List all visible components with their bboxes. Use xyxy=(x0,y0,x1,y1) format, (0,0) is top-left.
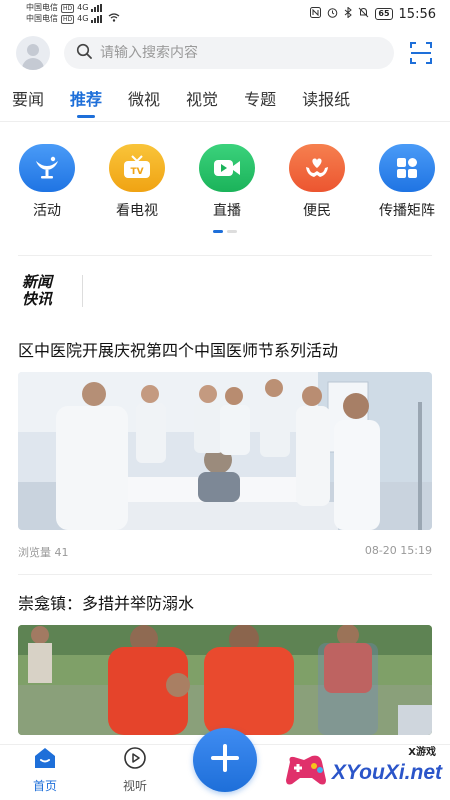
bluetooth-icon xyxy=(344,6,353,21)
news-views: 浏览量 41 xyxy=(18,546,69,559)
watermark-text: XYouXi.net xyxy=(331,761,442,784)
shortcut-activity[interactable]: 活动 xyxy=(14,144,80,220)
page-indicator xyxy=(0,230,450,233)
tab-weishi[interactable]: 微视 xyxy=(128,78,160,122)
shortcut-tv[interactable]: TV 看电视 xyxy=(104,144,170,220)
gamepad-logo-icon xyxy=(284,754,328,792)
svg-text:TV: TV xyxy=(130,167,143,177)
flash-logo-line1: 新闻 xyxy=(22,273,53,291)
shortcut-live[interactable]: 直播 xyxy=(194,144,260,220)
channel-tabs: 要闻 推荐 微视 视觉 专题 读报纸 xyxy=(0,78,450,122)
shortcut-service-label: 便民 xyxy=(303,203,331,219)
network-4g-label-2: 4G xyxy=(77,14,89,23)
carrier-1-label: 中国电信 xyxy=(26,3,58,12)
wifi-icon xyxy=(108,13,120,25)
news-item[interactable]: 区中医院开展庆祝第四个中国医师节系列活动 浏览量 41 08-20 15:19 xyxy=(18,326,432,575)
scan-icon[interactable] xyxy=(408,40,434,66)
rescue-life-jacket-photo xyxy=(18,625,432,735)
network-4g-label: 4G xyxy=(77,3,89,12)
shortcut-matrix[interactable]: 传播矩阵 xyxy=(374,144,440,220)
nav-home[interactable]: 首页 xyxy=(0,746,90,800)
home-icon xyxy=(32,746,58,774)
shortcut-live-label: 直播 xyxy=(213,203,241,219)
signal-icon-2 xyxy=(91,15,103,23)
tab-zhuanti[interactable]: 专题 xyxy=(244,78,276,122)
plus-button[interactable] xyxy=(193,728,257,792)
shortcut-grid: 活动 TV 看电视 直播 便民 传播矩阵 xyxy=(0,122,450,220)
status-time: 15:56 xyxy=(398,6,436,22)
search-row xyxy=(0,28,450,78)
page-dot-active xyxy=(213,230,223,233)
tab-shijue[interactable]: 视觉 xyxy=(186,78,218,122)
tab-tuijian[interactable]: 推荐 xyxy=(70,78,102,122)
news-item[interactable]: 崇龛镇：多措并举防溺水 xyxy=(18,575,432,735)
service-heart-icon xyxy=(289,144,345,192)
avatar[interactable] xyxy=(16,36,50,70)
tv-icon: TV xyxy=(109,144,165,192)
nfc-icon xyxy=(310,7,322,21)
news-title: 崇龛镇：多措并举防溺水 xyxy=(18,594,195,613)
news-list: 区中医院开展庆祝第四个中国医师节系列活动 浏览量 41 08-20 15:19 … xyxy=(0,326,450,735)
search-icon xyxy=(76,43,92,63)
news-title: 区中医院开展庆祝第四个中国医师节系列活动 xyxy=(18,341,339,360)
news-meta: 浏览量 41 08-20 15:19 xyxy=(18,544,432,560)
news-time: 08-20 15:19 xyxy=(364,544,432,557)
tab-yaowen[interactable]: 要闻 xyxy=(12,78,44,122)
nav-listen[interactable]: 视听 xyxy=(90,746,180,800)
play-circle-icon xyxy=(123,746,147,774)
nav-home-label: 首页 xyxy=(32,779,57,793)
hd-badge: HD xyxy=(61,3,75,13)
flash-logo-line2: 快讯 xyxy=(22,290,53,308)
news-flash-section[interactable]: 新闻 快讯 xyxy=(0,256,450,326)
news-flash-logo: 新闻 快讯 xyxy=(22,274,74,308)
search-box[interactable] xyxy=(64,37,394,69)
alarm-icon xyxy=(327,7,338,21)
flash-divider xyxy=(82,275,83,307)
page-dot xyxy=(227,230,237,233)
battery-indicator: 65 xyxy=(375,8,393,20)
carrier-info: 中国电信 HD 4G 中国电信 HD 4G xyxy=(26,3,120,25)
tab-dubaozhi[interactable]: 读报纸 xyxy=(302,78,350,122)
search-input[interactable] xyxy=(100,45,382,61)
shortcut-service[interactable]: 便民 xyxy=(284,144,350,220)
watermark: XYouXi.net xyxy=(284,754,442,792)
shortcut-activity-label: 活动 xyxy=(33,203,61,219)
shortcut-matrix-label: 传播矩阵 xyxy=(379,203,435,219)
mute-bell-icon xyxy=(358,7,369,21)
hospital-doctors-photo xyxy=(18,372,432,530)
status-bar: 中国电信 HD 4G 中国电信 HD 4G 65 15:56 xyxy=(0,0,450,28)
matrix-grid-icon xyxy=(379,144,435,192)
plus-icon xyxy=(210,743,240,777)
activity-icon xyxy=(19,144,75,192)
signal-icon xyxy=(91,4,103,12)
nav-listen-label: 视听 xyxy=(122,779,147,793)
live-camera-icon xyxy=(199,144,255,192)
hd-badge-2: HD xyxy=(61,14,75,24)
carrier-2-label: 中国电信 xyxy=(26,14,58,23)
shortcut-tv-label: 看电视 xyxy=(116,203,158,219)
